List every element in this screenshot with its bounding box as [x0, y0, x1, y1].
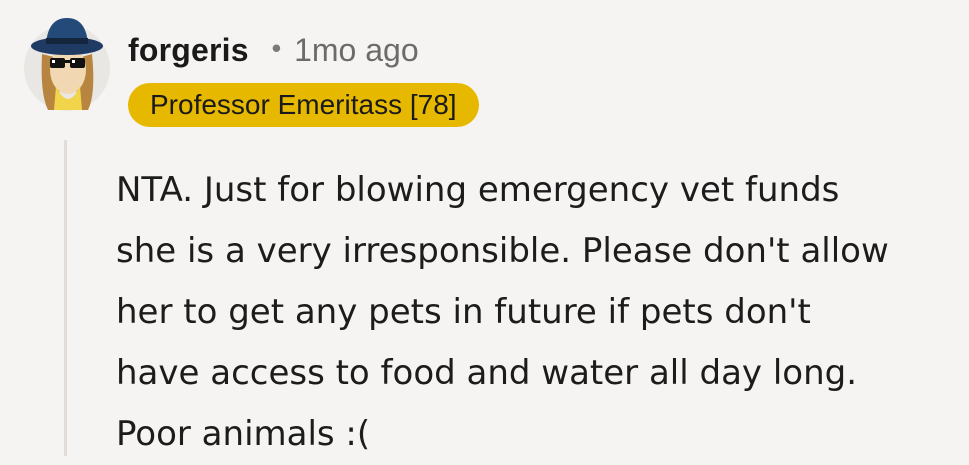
comment-body-line: NTA. Just for blowing emergency vet fund… — [116, 170, 840, 210]
comment: forgeris • 1mo ago Professor Emeritass [… — [0, 0, 969, 456]
comment-body-line: have access to food and water all day lo… — [116, 353, 858, 393]
timestamp[interactable]: 1mo ago — [294, 32, 419, 69]
separator-dot: • — [268, 35, 285, 65]
comment-body: NTA. Just for blowing emergency vet fund… — [116, 160, 956, 465]
user-avatar-icon[interactable] — [22, 14, 112, 112]
username-link[interactable]: forgeris — [128, 32, 249, 69]
avatar-illustration — [24, 18, 110, 111]
comment-body-line: her to get any pets in future if pets do… — [116, 292, 811, 332]
thread-line[interactable] — [64, 140, 67, 456]
user-flair-badge: Professor Emeritass [78] — [128, 83, 479, 127]
comment-body-line: she is a very irresponsible. Please don'… — [116, 231, 889, 271]
comment-meta: forgeris • 1mo ago — [128, 30, 419, 70]
